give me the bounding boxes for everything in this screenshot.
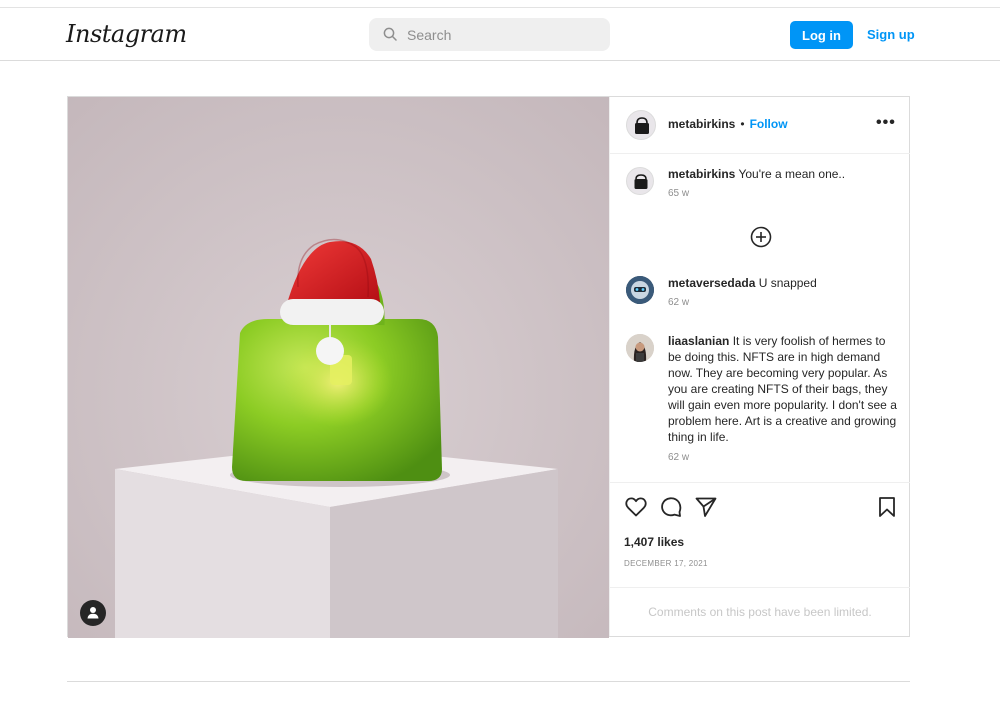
comment-timestamp[interactable]: 62 w <box>668 297 689 308</box>
search-box[interactable] <box>369 18 610 51</box>
post-header: metabirkins • Follow ••• <box>610 97 910 154</box>
avatar[interactable] <box>626 276 654 304</box>
plus-circle-icon <box>750 226 772 248</box>
login-button[interactable]: Log in <box>790 21 853 49</box>
post-date[interactable]: December 17, 2021 <box>624 559 708 568</box>
comment-body: U snapped <box>758 276 817 290</box>
comment-username[interactable]: metaversedada <box>668 276 755 290</box>
comment-text: metabirkins You're a mean one.. <box>668 166 898 182</box>
post-author[interactable]: metabirkins <box>668 117 735 131</box>
top-divider <box>0 0 1000 8</box>
avatar[interactable] <box>626 110 656 140</box>
comment-text: metaversedada U snapped <box>668 275 898 291</box>
instagram-logo[interactable]: Instagram <box>66 20 187 48</box>
bag-avatar-icon <box>635 117 649 134</box>
bag-avatar-icon <box>634 174 648 189</box>
comment-body: You're a mean one.. <box>738 167 846 181</box>
signup-link[interactable]: Sign up <box>867 27 915 42</box>
post-image[interactable] <box>68 97 609 638</box>
heart-icon[interactable] <box>624 495 648 519</box>
comment-timestamp[interactable]: 62 w <box>668 452 689 463</box>
post-actions: 1,407 likes December 17, 2021 <box>610 482 910 577</box>
post-card: metabirkins • Follow ••• metabirkins You'r… <box>67 96 910 638</box>
send-icon[interactable] <box>694 495 718 519</box>
comment-icon[interactable] <box>659 495 683 519</box>
search-input[interactable] <box>407 18 597 51</box>
likes-count[interactable]: 1,407 likes <box>624 535 684 549</box>
user-tag-icon <box>87 607 99 619</box>
comment: metaversedada U snapped 62 w <box>610 275 910 325</box>
comment: metabirkins You're a mean one.. 65 w <box>610 166 910 216</box>
bookmark-icon[interactable] <box>876 495 898 519</box>
comment-text: liaaslanian It is very foolish of hermes… <box>668 333 898 445</box>
grinch-birkin-bag-image <box>68 97 609 638</box>
comment-body: It is very foolish of hermes to be doing… <box>668 334 897 444</box>
comment-timestamp[interactable]: 65 w <box>668 188 689 199</box>
comment-username[interactable]: metabirkins <box>668 167 735 181</box>
load-more-comments-button[interactable] <box>750 226 772 253</box>
post-sidebar: metabirkins • Follow ••• metabirkins You'r… <box>609 97 910 636</box>
footer-divider <box>67 681 910 682</box>
follow-button[interactable]: Follow <box>750 117 788 131</box>
robot-avatar-icon <box>626 276 654 304</box>
search-icon <box>383 27 397 41</box>
tags-button[interactable] <box>80 600 106 626</box>
person-avatar-icon <box>626 334 654 362</box>
avatar[interactable] <box>626 167 654 195</box>
separator: • <box>740 117 745 131</box>
avatar[interactable] <box>626 334 654 362</box>
comment: liaaslanian It is very foolish of hermes… <box>610 333 910 473</box>
comments-limited-notice: Comments on this post have been limited. <box>610 587 910 636</box>
top-nav: Instagram Log in Sign up <box>0 8 1000 61</box>
more-options-button[interactable]: ••• <box>876 114 896 132</box>
post-author-line: metabirkins • Follow <box>668 117 788 131</box>
comment-username[interactable]: liaaslanian <box>668 334 729 348</box>
